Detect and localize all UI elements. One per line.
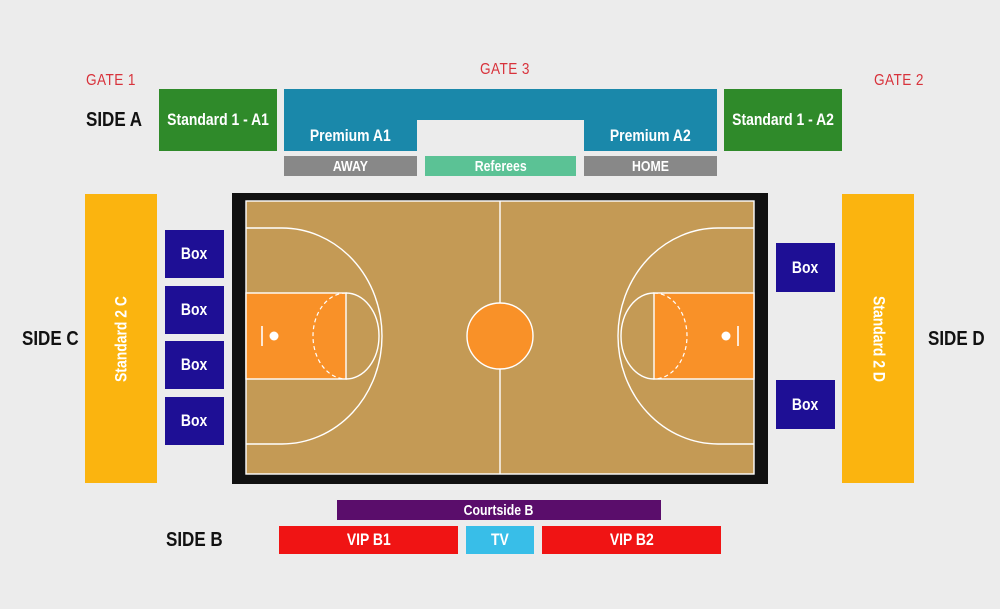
- section-label: Standard 2 D: [869, 295, 889, 382]
- section-label: Standard 1 - A1: [167, 110, 269, 129]
- section-label: TV: [491, 530, 509, 549]
- section-box-d2[interactable]: Box: [776, 380, 835, 429]
- gate-3-label: GATE 3: [480, 61, 530, 78]
- section-label: Box: [181, 300, 208, 319]
- gate-2-label: GATE 2: [874, 72, 924, 89]
- section-standard-1-a2[interactable]: Standard 1 - A2: [724, 89, 842, 151]
- section-tv[interactable]: TV: [466, 526, 534, 554]
- section-box-c4[interactable]: Box: [165, 397, 224, 445]
- side-b-label: SIDE B: [166, 529, 223, 551]
- side-a-label: SIDE A: [86, 109, 143, 131]
- section-standard-2-d[interactable]: Standard 2 D: [842, 194, 914, 483]
- section-label: Box: [181, 244, 208, 263]
- left-paint: [245, 292, 347, 380]
- section-label: Box: [181, 355, 208, 374]
- section-standard-2-c[interactable]: Standard 2 C: [85, 194, 157, 483]
- section-label: Courtside B: [464, 501, 534, 519]
- left-hoop: [269, 331, 279, 341]
- section-label: Standard 1 - A2: [732, 110, 834, 129]
- section-label: Premium A2: [610, 125, 691, 145]
- section-box-c2[interactable]: Box: [165, 286, 224, 334]
- section-away-bench[interactable]: AWAY: [284, 156, 417, 176]
- right-paint: [653, 292, 755, 380]
- center-circle: [466, 302, 534, 370]
- section-box-d1[interactable]: Box: [776, 243, 835, 292]
- section-label: Premium A1: [310, 125, 391, 145]
- premium-top-band: [284, 89, 717, 120]
- section-premium-a1[interactable]: Premium A1: [284, 120, 417, 151]
- section-label: Box: [181, 411, 208, 430]
- section-vip-b2[interactable]: VIP B2: [542, 526, 721, 554]
- basketball-court: [232, 193, 768, 484]
- section-label: Box: [792, 257, 819, 277]
- section-home-bench[interactable]: HOME: [584, 156, 717, 176]
- side-d-label: SIDE D: [928, 328, 985, 350]
- section-courtside-b[interactable]: Courtside B: [337, 500, 661, 520]
- section-referees[interactable]: Referees: [425, 156, 576, 176]
- section-label: Standard 2 C: [111, 295, 131, 382]
- section-vip-b1[interactable]: VIP B1: [279, 526, 458, 554]
- section-label: AWAY: [332, 157, 369, 175]
- section-label: Box: [792, 394, 819, 414]
- section-standard-1-a1[interactable]: Standard 1 - A1: [159, 89, 277, 151]
- section-label: VIP B2: [609, 530, 654, 549]
- section-label: Referees: [474, 157, 527, 175]
- section-label: HOME: [632, 157, 669, 175]
- section-label: VIP B1: [346, 530, 391, 549]
- side-c-label: SIDE C: [22, 328, 79, 350]
- section-box-c3[interactable]: Box: [165, 341, 224, 389]
- section-premium-a2[interactable]: Premium A2: [584, 120, 717, 151]
- gate-1-label: GATE 1: [86, 72, 136, 89]
- section-box-c1[interactable]: Box: [165, 230, 224, 278]
- right-hoop: [721, 331, 731, 341]
